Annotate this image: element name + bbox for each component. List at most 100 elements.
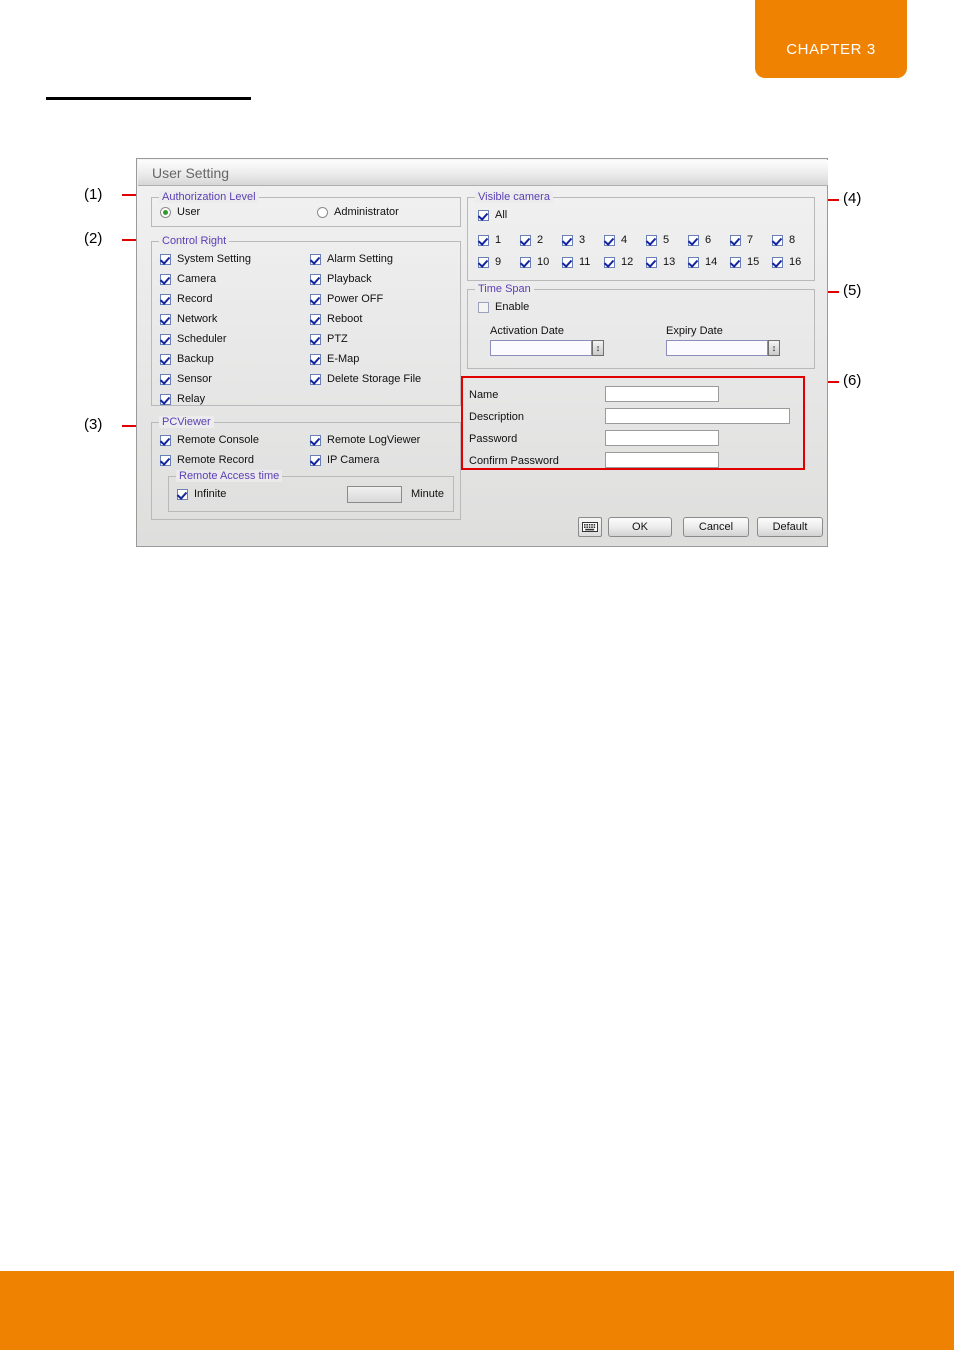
checkbox-camera-6[interactable] xyxy=(688,235,699,246)
chapter-tab: CHAPTER 3 xyxy=(755,0,907,78)
expiry-date-label: Expiry Date xyxy=(666,325,723,337)
checkbox-playback[interactable] xyxy=(310,274,321,285)
checkbox-ptz-label: PTZ xyxy=(327,333,348,345)
activation-date-input[interactable] xyxy=(490,340,592,356)
control-right-group-title: Control Right xyxy=(159,235,230,247)
checkbox-camera-8[interactable] xyxy=(772,235,783,246)
checkbox-camera-12-label: 12 xyxy=(621,256,634,268)
checkbox-system-setting[interactable] xyxy=(160,254,171,265)
checkbox-network-label: Network xyxy=(177,313,218,325)
radio-user-label: User xyxy=(177,206,201,218)
callout-6-label: (6) xyxy=(843,372,862,389)
checkbox-delete-storage-file-label: Delete Storage File xyxy=(327,373,422,385)
checkbox-camera-8-label: 8 xyxy=(789,234,796,246)
checkbox-remote-record[interactable] xyxy=(160,455,171,466)
callout-1-label: (1) xyxy=(84,186,103,203)
minute-label: Minute xyxy=(411,488,445,500)
checkbox-camera-1[interactable] xyxy=(478,235,489,246)
checkbox-camera-3[interactable] xyxy=(562,235,573,246)
ok-button[interactable]: OK xyxy=(608,517,672,537)
checkbox-camera-6-label: 6 xyxy=(705,234,712,246)
checkbox-e-map-label: E-Map xyxy=(327,353,360,365)
checkbox-camera-4[interactable] xyxy=(604,235,615,246)
checkbox-reboot[interactable] xyxy=(310,314,321,325)
checkbox-ip-camera[interactable] xyxy=(310,455,321,466)
confirm-password-input[interactable] xyxy=(605,452,719,468)
description-input[interactable] xyxy=(605,408,790,424)
time-span-group: Time Span Enable Activation Date ↕ Expir… xyxy=(467,283,815,369)
chapter-tab-label: CHAPTER 3 xyxy=(786,41,876,58)
account-fields-section: Name Description Password Confirm Passwo… xyxy=(463,377,815,471)
confirm-password-label: Confirm Password xyxy=(469,455,559,467)
checkbox-scheduler-label: Scheduler xyxy=(177,333,227,345)
checkbox-camera-2[interactable] xyxy=(520,235,531,246)
checkbox-network[interactable] xyxy=(160,314,171,325)
checkbox-camera-5[interactable] xyxy=(646,235,657,246)
checkbox-camera[interactable] xyxy=(160,274,171,285)
checkbox-sensor[interactable] xyxy=(160,374,171,385)
checkbox-ptz[interactable] xyxy=(310,334,321,345)
checkbox-camera-15[interactable] xyxy=(730,257,741,268)
checkbox-camera-12[interactable] xyxy=(604,257,615,268)
checkbox-camera-16-label: 16 xyxy=(789,256,802,268)
checkbox-relay[interactable] xyxy=(160,394,171,405)
checkbox-camera-10[interactable] xyxy=(520,257,531,268)
checkbox-scheduler[interactable] xyxy=(160,334,171,345)
checkbox-camera-11[interactable] xyxy=(562,257,573,268)
checkbox-power-off-label: Power OFF xyxy=(327,293,384,305)
expiry-date-spinner[interactable]: ↕ xyxy=(768,340,780,356)
checkbox-backup[interactable] xyxy=(160,354,171,365)
control-right-group: Control Right System Setting Camera Reco… xyxy=(151,235,461,406)
activation-date-spinner[interactable]: ↕ xyxy=(592,340,604,356)
callout-3-label: (3) xyxy=(84,416,103,433)
checkbox-camera-14-label: 14 xyxy=(705,256,718,268)
checkbox-time-span-enable[interactable] xyxy=(478,302,489,313)
minute-input[interactable] xyxy=(347,486,402,503)
checkbox-power-off[interactable] xyxy=(310,294,321,305)
checkbox-camera-all[interactable] xyxy=(478,210,489,221)
expiry-date-input[interactable] xyxy=(666,340,768,356)
checkbox-camera-14[interactable] xyxy=(688,257,699,268)
checkbox-e-map[interactable] xyxy=(310,354,321,365)
callout-5-label: (5) xyxy=(843,282,862,299)
checkbox-camera-3-label: 3 xyxy=(579,234,586,246)
checkbox-record-label: Record xyxy=(177,293,213,305)
checkbox-camera-13-label: 13 xyxy=(663,256,676,268)
checkbox-alarm-setting[interactable] xyxy=(310,254,321,265)
radio-administrator[interactable] xyxy=(317,207,328,218)
checkbox-delete-storage-file[interactable] xyxy=(310,374,321,385)
cancel-button[interactable]: Cancel xyxy=(683,517,749,537)
callout-4-label: (4) xyxy=(843,190,862,207)
checkbox-remote-logviewer[interactable] xyxy=(310,435,321,446)
callout-2-label: (2) xyxy=(84,230,103,247)
description-label: Description xyxy=(469,411,525,423)
checkbox-camera-9[interactable] xyxy=(478,257,489,268)
checkbox-system-setting-label: System Setting xyxy=(177,253,251,265)
checkbox-record[interactable] xyxy=(160,294,171,305)
default-button[interactable]: Default xyxy=(757,517,823,537)
checkbox-alarm-setting-label: Alarm Setting xyxy=(327,253,394,265)
checkbox-camera-1-label: 1 xyxy=(495,234,502,246)
checkbox-time-span-enable-label: Enable xyxy=(495,301,530,313)
radio-user[interactable] xyxy=(160,207,171,218)
name-input[interactable] xyxy=(605,386,719,402)
remote-access-time-group-title: Remote Access time xyxy=(176,470,283,482)
activation-date-label: Activation Date xyxy=(490,325,564,337)
password-input[interactable] xyxy=(605,430,719,446)
time-span-group-title: Time Span xyxy=(475,283,534,295)
visible-camera-group: Visible camera All 1 2 3 4 5 6 7 8 9 10 … xyxy=(467,191,815,281)
checkbox-infinite-label: Infinite xyxy=(194,488,227,500)
radio-administrator-label: Administrator xyxy=(334,206,399,218)
checkbox-camera-13[interactable] xyxy=(646,257,657,268)
checkbox-camera-7[interactable] xyxy=(730,235,741,246)
checkbox-camera-16[interactable] xyxy=(772,257,783,268)
checkbox-backup-label: Backup xyxy=(177,353,214,365)
section-heading-rule xyxy=(46,97,251,100)
checkbox-remote-console[interactable] xyxy=(160,435,171,446)
virtual-keyboard-button[interactable] xyxy=(578,517,602,537)
page-footer-band xyxy=(0,1271,954,1350)
checkbox-infinite[interactable] xyxy=(177,489,188,500)
checkbox-playback-label: Playback xyxy=(327,273,372,285)
checkbox-ip-camera-label: IP Camera xyxy=(327,454,380,466)
checkbox-relay-label: Relay xyxy=(177,393,206,405)
